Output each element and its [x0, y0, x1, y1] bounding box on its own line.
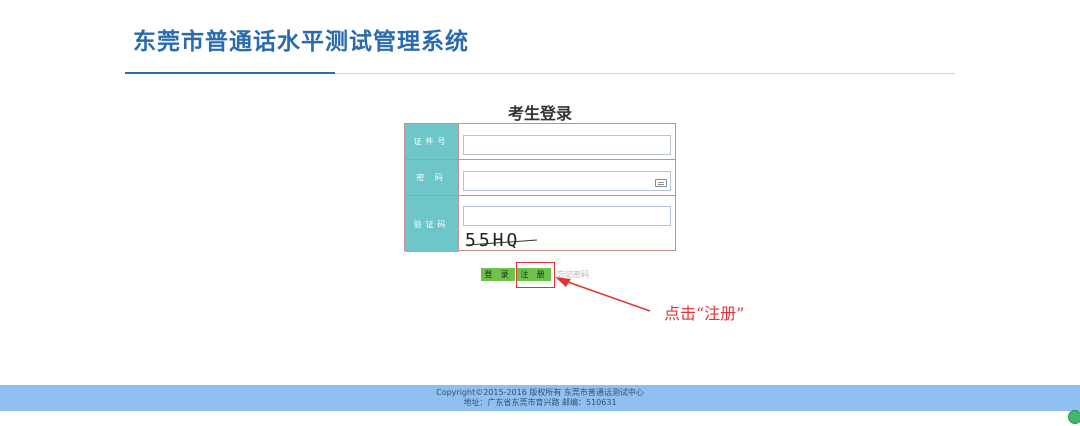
password-row: 密 码 — [405, 160, 675, 196]
password-input[interactable] — [463, 171, 671, 191]
captcha-input[interactable] — [463, 206, 671, 226]
login-button[interactable]: 登 录 — [481, 268, 515, 281]
annotation-text: 点击“注册” — [664, 304, 745, 323]
footer: Copyright©2015-2016 版权所有 东莞市普通话测试中心 地址：广… — [0, 385, 1080, 411]
title-underline-accent — [125, 72, 335, 74]
page-title: 东莞市普通话水平测试管理系统 — [133, 29, 469, 55]
register-highlight-box — [516, 262, 555, 288]
captcha-row: 验证码 55HQ — [405, 196, 675, 252]
login-title: 考生登录 — [507, 104, 572, 123]
footer-address: 地址：广东省东莞市育兴路 邮编：510631 — [463, 398, 617, 407]
password-label: 密 码 — [405, 160, 459, 195]
id-row: 证件号 — [405, 124, 675, 160]
title-underline-divider — [335, 73, 955, 74]
keyboard-icon[interactable] — [655, 179, 667, 187]
floating-widget-icon[interactable] — [1068, 410, 1080, 424]
id-label: 证件号 — [405, 124, 459, 159]
captcha-label: 验证码 — [405, 196, 459, 252]
forgot-password-link[interactable]: 忘记密码 — [557, 269, 589, 280]
login-form: 证件号 密 码 验证码 55HQ — [404, 123, 676, 252]
id-input[interactable] — [463, 135, 671, 155]
footer-copyright: Copyright©2015-2016 版权所有 东莞市普通话测试中心 — [436, 388, 644, 397]
